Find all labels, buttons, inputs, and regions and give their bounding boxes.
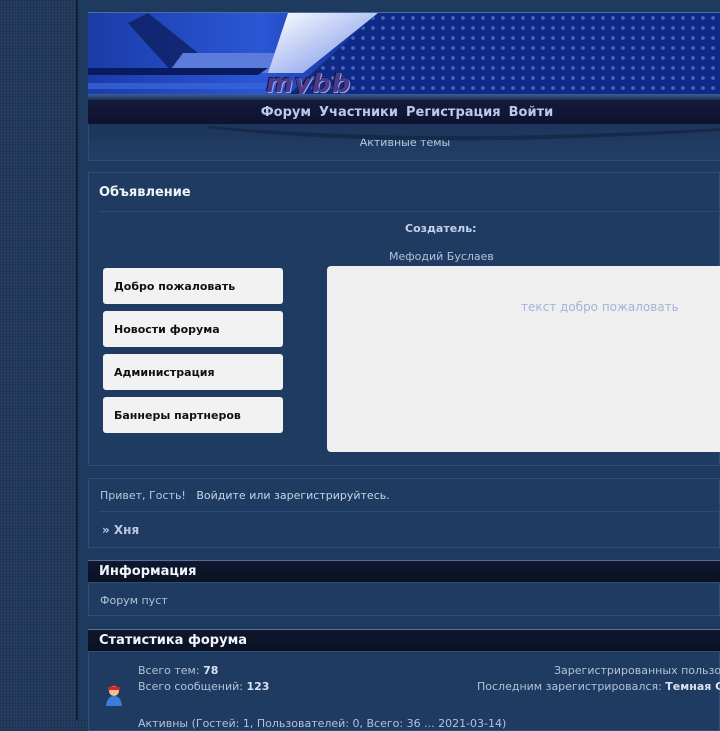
announcement-title: Объявление	[99, 185, 191, 200]
info-body: Форум пуст	[88, 582, 720, 616]
login-register-link[interactable]: Войдите или зарегистрируйтесь.	[196, 489, 389, 502]
creator-label: Создатель:	[405, 222, 477, 235]
last-registered-user[interactable]: Темная С	[665, 680, 720, 693]
divider	[99, 511, 719, 512]
greeting-line: Привет, Гость! Войдите или зарегистрируй…	[100, 489, 390, 502]
info-title: Информация	[99, 564, 197, 579]
total-posts-value: 123	[246, 680, 270, 693]
stats-header: Статистика форума	[88, 629, 720, 651]
nav-members[interactable]: Участники	[313, 105, 398, 120]
forum-news-button[interactable]: Новости форума	[103, 311, 283, 347]
main-nav: Форум Участники Регистрация Войти	[88, 100, 720, 124]
greeting-text: Привет, Гость!	[100, 489, 186, 502]
announcement-block: Объявление Создатель: Мефодий Буслаев До…	[88, 172, 720, 466]
mybb-logo: mybb	[266, 69, 352, 95]
administration-button[interactable]: Администрация	[103, 354, 283, 390]
total-topics-value: 78	[203, 664, 219, 677]
user-stats-icon	[106, 685, 122, 706]
online-summary: Активны (Гостей: 1, Пользователей: 0, Вс…	[138, 717, 507, 730]
welcome-content-panel: текст добро пожаловать	[327, 266, 720, 452]
nav-login[interactable]: Войти	[503, 105, 554, 120]
nav-register[interactable]: Регистрация	[400, 105, 501, 120]
greeting-block: Привет, Гость! Войдите или зарегистрируй…	[88, 478, 720, 548]
breadcrumb[interactable]: » Хня	[102, 523, 139, 537]
stats-title: Статистика форума	[99, 633, 247, 648]
nav-swoosh-decoration	[208, 126, 720, 141]
creator-name: Мефодий Буслаев	[389, 250, 494, 263]
info-header: Информация	[88, 560, 720, 582]
divider	[99, 211, 719, 212]
total-topics: Всего тем: 78	[138, 664, 219, 677]
nav-forum[interactable]: Форум	[255, 105, 311, 120]
banner-graphic	[88, 13, 378, 95]
welcome-text: текст добро пожаловать	[521, 300, 679, 314]
partner-banners-button[interactable]: Баннеры партнеров	[103, 397, 283, 433]
last-registered: Последним зарегистрировался: Темная С	[477, 680, 720, 693]
total-posts: Всего сообщений: 123	[138, 680, 270, 693]
info-text: Форум пуст	[100, 594, 168, 607]
header-banner: mybb	[88, 12, 720, 95]
registered-users: Зарегистрированных пользо	[554, 664, 720, 677]
stats-body: Всего тем: 78 Всего сообщений: 123 Зарег…	[88, 651, 720, 731]
welcome-button[interactable]: Добро пожаловать	[103, 268, 283, 304]
